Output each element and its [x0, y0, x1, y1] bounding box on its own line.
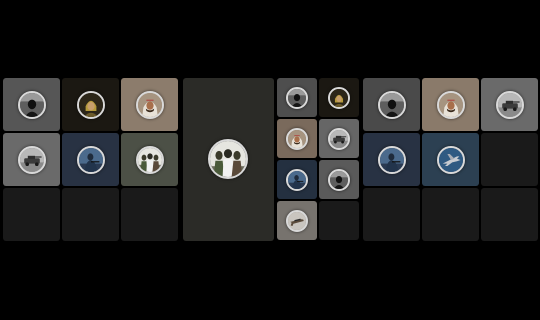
- armored-vehicle-thumbnail: [328, 127, 350, 150]
- gallery-tile-small[interactable]: [319, 78, 359, 117]
- empty-tile: [481, 188, 538, 241]
- gallery-tile[interactable]: [62, 78, 119, 131]
- empty-tile: [363, 188, 420, 241]
- man-in-headscarf-thumbnail: [328, 86, 350, 109]
- gallery-tile[interactable]: [3, 78, 60, 131]
- gallery-tile-small[interactable]: [277, 119, 317, 158]
- featured-tile[interactable]: [183, 78, 274, 241]
- dark-figure-thumbnail: [286, 86, 308, 109]
- gallery-tile-small[interactable]: [319, 160, 359, 199]
- gallery-tile-small[interactable]: [277, 78, 317, 117]
- man-in-headscarf-thumbnail: [76, 90, 105, 119]
- gallery-tile[interactable]: [422, 133, 479, 186]
- gallery-tile[interactable]: [121, 78, 178, 131]
- empty-tile: [62, 188, 119, 241]
- gallery-tile-small[interactable]: [319, 119, 359, 158]
- fighter-jet-thumbnail: [436, 145, 465, 174]
- soldier-blue-thumbnail: [377, 145, 406, 174]
- gallery-tile[interactable]: [481, 78, 538, 131]
- empty-tile: [319, 201, 359, 240]
- empty-tile: [121, 188, 178, 241]
- gallery-panel-right: [363, 78, 538, 241]
- group-of-men-thumbnail: [135, 145, 164, 174]
- armored-vehicle-thumbnail: [495, 90, 524, 119]
- soldier-blue-thumbnail: [286, 168, 308, 191]
- gallery-tile[interactable]: [363, 133, 420, 186]
- armored-vehicle-thumbnail: [17, 145, 46, 174]
- gallery-tile[interactable]: [3, 133, 60, 186]
- dark-figure-thumbnail: [328, 168, 350, 191]
- man-in-keffiyeh-thumbnail: [135, 90, 164, 119]
- gallery-tile[interactable]: [363, 78, 420, 131]
- gallery-panel-left: [3, 78, 178, 241]
- empty-tile: [422, 188, 479, 241]
- empty-tile: [481, 133, 538, 186]
- soldier-blue-thumbnail: [76, 145, 105, 174]
- weapon-thumbnail: [286, 209, 308, 232]
- empty-tile: [3, 188, 60, 241]
- gallery-tile[interactable]: [121, 133, 178, 186]
- featured-photo-thumbnail: [208, 139, 248, 179]
- gallery-tile[interactable]: [62, 133, 119, 186]
- dark-figure-thumbnail: [377, 90, 406, 119]
- dark-figure-thumbnail: [17, 90, 46, 119]
- gallery-panel-center: [183, 78, 359, 241]
- gallery-tile[interactable]: [422, 78, 479, 131]
- man-in-keffiyeh-thumbnail: [436, 90, 465, 119]
- media-gallery-view: [0, 0, 540, 320]
- gallery-tile-small[interactable]: [277, 201, 317, 240]
- man-in-keffiyeh-thumbnail: [286, 127, 308, 150]
- gallery-tile-small[interactable]: [277, 160, 317, 199]
